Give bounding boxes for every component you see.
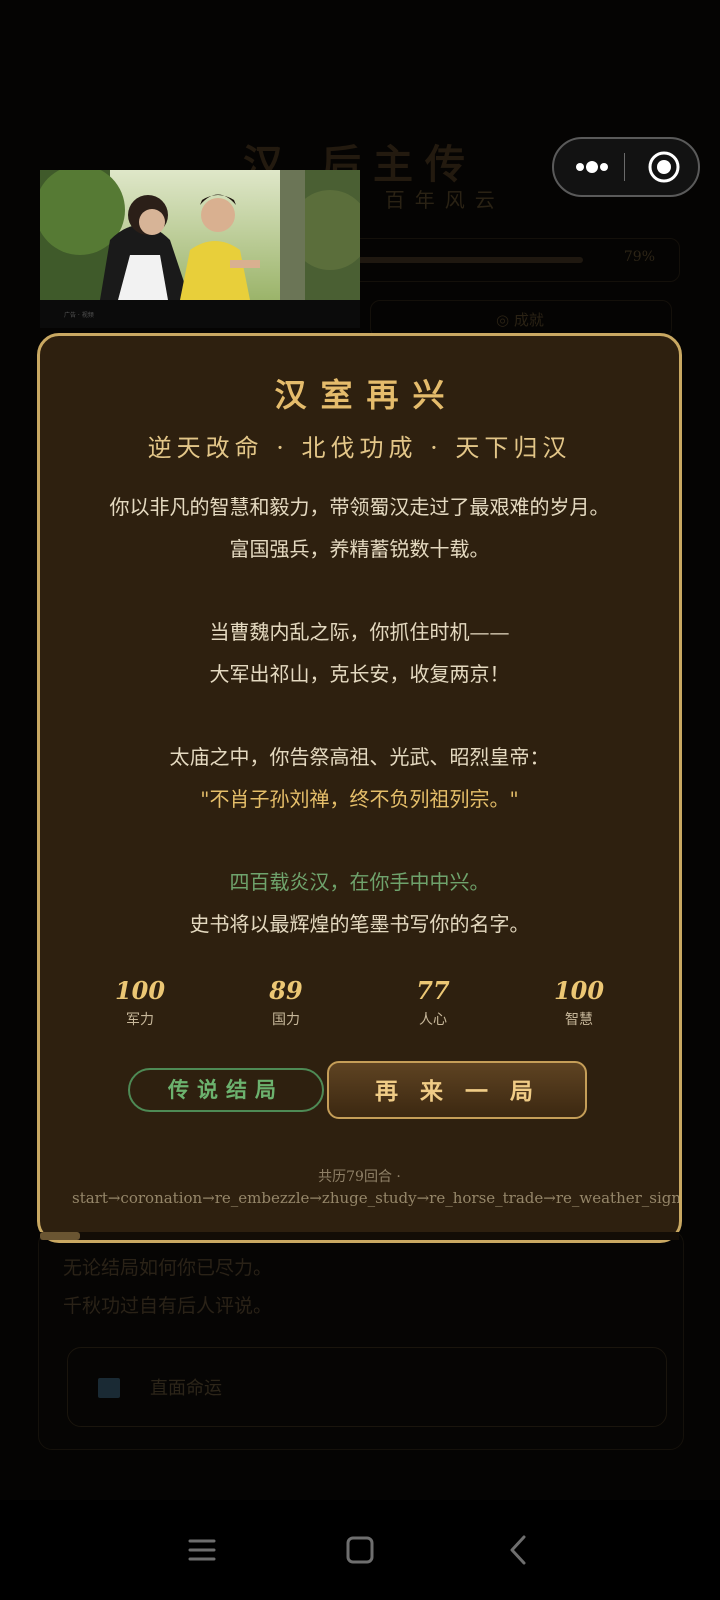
background-card: 无论结局如何你已尽力。 千秋功过自有后人评说。 直面命运 [38, 1230, 684, 1450]
more-dots-icon[interactable] [566, 147, 618, 187]
video-caption: 广告 · 视频 [64, 312, 94, 319]
stat-value: 100 [553, 976, 605, 1005]
miniprogram-capsule [552, 137, 700, 197]
stat-value: 89 [269, 976, 303, 1005]
legend-ending-button[interactable]: 传说结局 [128, 1068, 324, 1112]
background-subtitle: · 百年风云 [352, 188, 505, 212]
story-line: 富国强兵，养精蓄锐数十载。 [229, 537, 490, 561]
story-line: 史书将以最辉煌的笔墨书写你的名字。 [189, 912, 530, 936]
ending-subtitle: 逆天改命 · 北伐功成 · 天下归汉 [147, 434, 572, 462]
system-navbar [0, 1500, 720, 1600]
stats-row: 100 军力 89 国力 77 人心 100 智慧 [40, 976, 679, 1036]
back-icon[interactable] [496, 1528, 540, 1572]
background-progress: 79% [338, 238, 680, 282]
ending-modal: 汉室再兴 逆天改命 · 北伐功成 · 天下归汉 你以非凡的智慧和毅力，带领蜀汉走… [37, 333, 682, 1243]
capsule-divider [624, 153, 625, 181]
story-line: 你以非凡的智慧和毅力，带领蜀汉走过了最艰难的岁月。 [109, 495, 610, 519]
stat-label: 智慧 [565, 1012, 593, 1028]
stat-label: 军力 [126, 1012, 154, 1028]
stat-wisdom: 100 智慧 [519, 976, 639, 1029]
play-again-button[interactable]: 再来一局 [327, 1061, 587, 1119]
stat-label: 国力 [272, 1012, 300, 1028]
stat-label: 人心 [419, 1012, 447, 1028]
story-highlight: 四百载炎汉，在你手中中兴。 [229, 870, 490, 894]
video-frame [40, 170, 360, 300]
home-icon[interactable] [338, 1528, 382, 1572]
stat-value: 77 [416, 976, 450, 1005]
background-card-line: 千秋功过自有后人评说。 [63, 1295, 273, 1317]
video-thumbnail[interactable]: 广告 · 视频 [40, 170, 360, 328]
story-line: 当曹魏内乱之际，你抓住时机—— [209, 620, 510, 644]
background-pill-label: ◎ 成就 [496, 311, 544, 329]
stat-value: 100 [114, 976, 166, 1005]
round-count: 共历79回合 · [318, 1169, 401, 1185]
story-line: 大军出祁山，克长安，收复两京！ [209, 662, 510, 686]
story-quote: "不肖子孙刘禅，终不负列祖列宗。" [200, 787, 519, 811]
progress-percent: 79% [623, 249, 655, 265]
face-fate-button: 直面命运 [67, 1347, 667, 1427]
horizontal-scrollbar[interactable] [40, 1232, 679, 1240]
target-close-icon[interactable] [644, 147, 684, 187]
stat-national-power: 89 国力 [226, 976, 346, 1029]
menu-icon[interactable] [180, 1528, 224, 1572]
image-icon [98, 1378, 120, 1398]
scrollbar-thumb[interactable] [40, 1232, 80, 1240]
ending-story: 你以非凡的智慧和毅力，带领蜀汉走过了最艰难的岁月。 富国强兵，养精蓄锐数十载。 … [40, 486, 679, 945]
story-line: 太庙之中，你告祭高祖、光武、昭烈皇帝： [169, 745, 550, 769]
progress-track [353, 257, 583, 263]
stat-popularity: 77 人心 [373, 976, 493, 1029]
face-fate-label: 直面命运 [150, 1378, 222, 1399]
background-card-line: 无论结局如何你已尽力。 [63, 1257, 273, 1279]
story-path: start→coronation→re_embezzle→zhuge_study… [72, 1189, 679, 1207]
ending-title: 汉室再兴 [274, 376, 459, 414]
stat-military: 100 军力 [80, 976, 200, 1029]
